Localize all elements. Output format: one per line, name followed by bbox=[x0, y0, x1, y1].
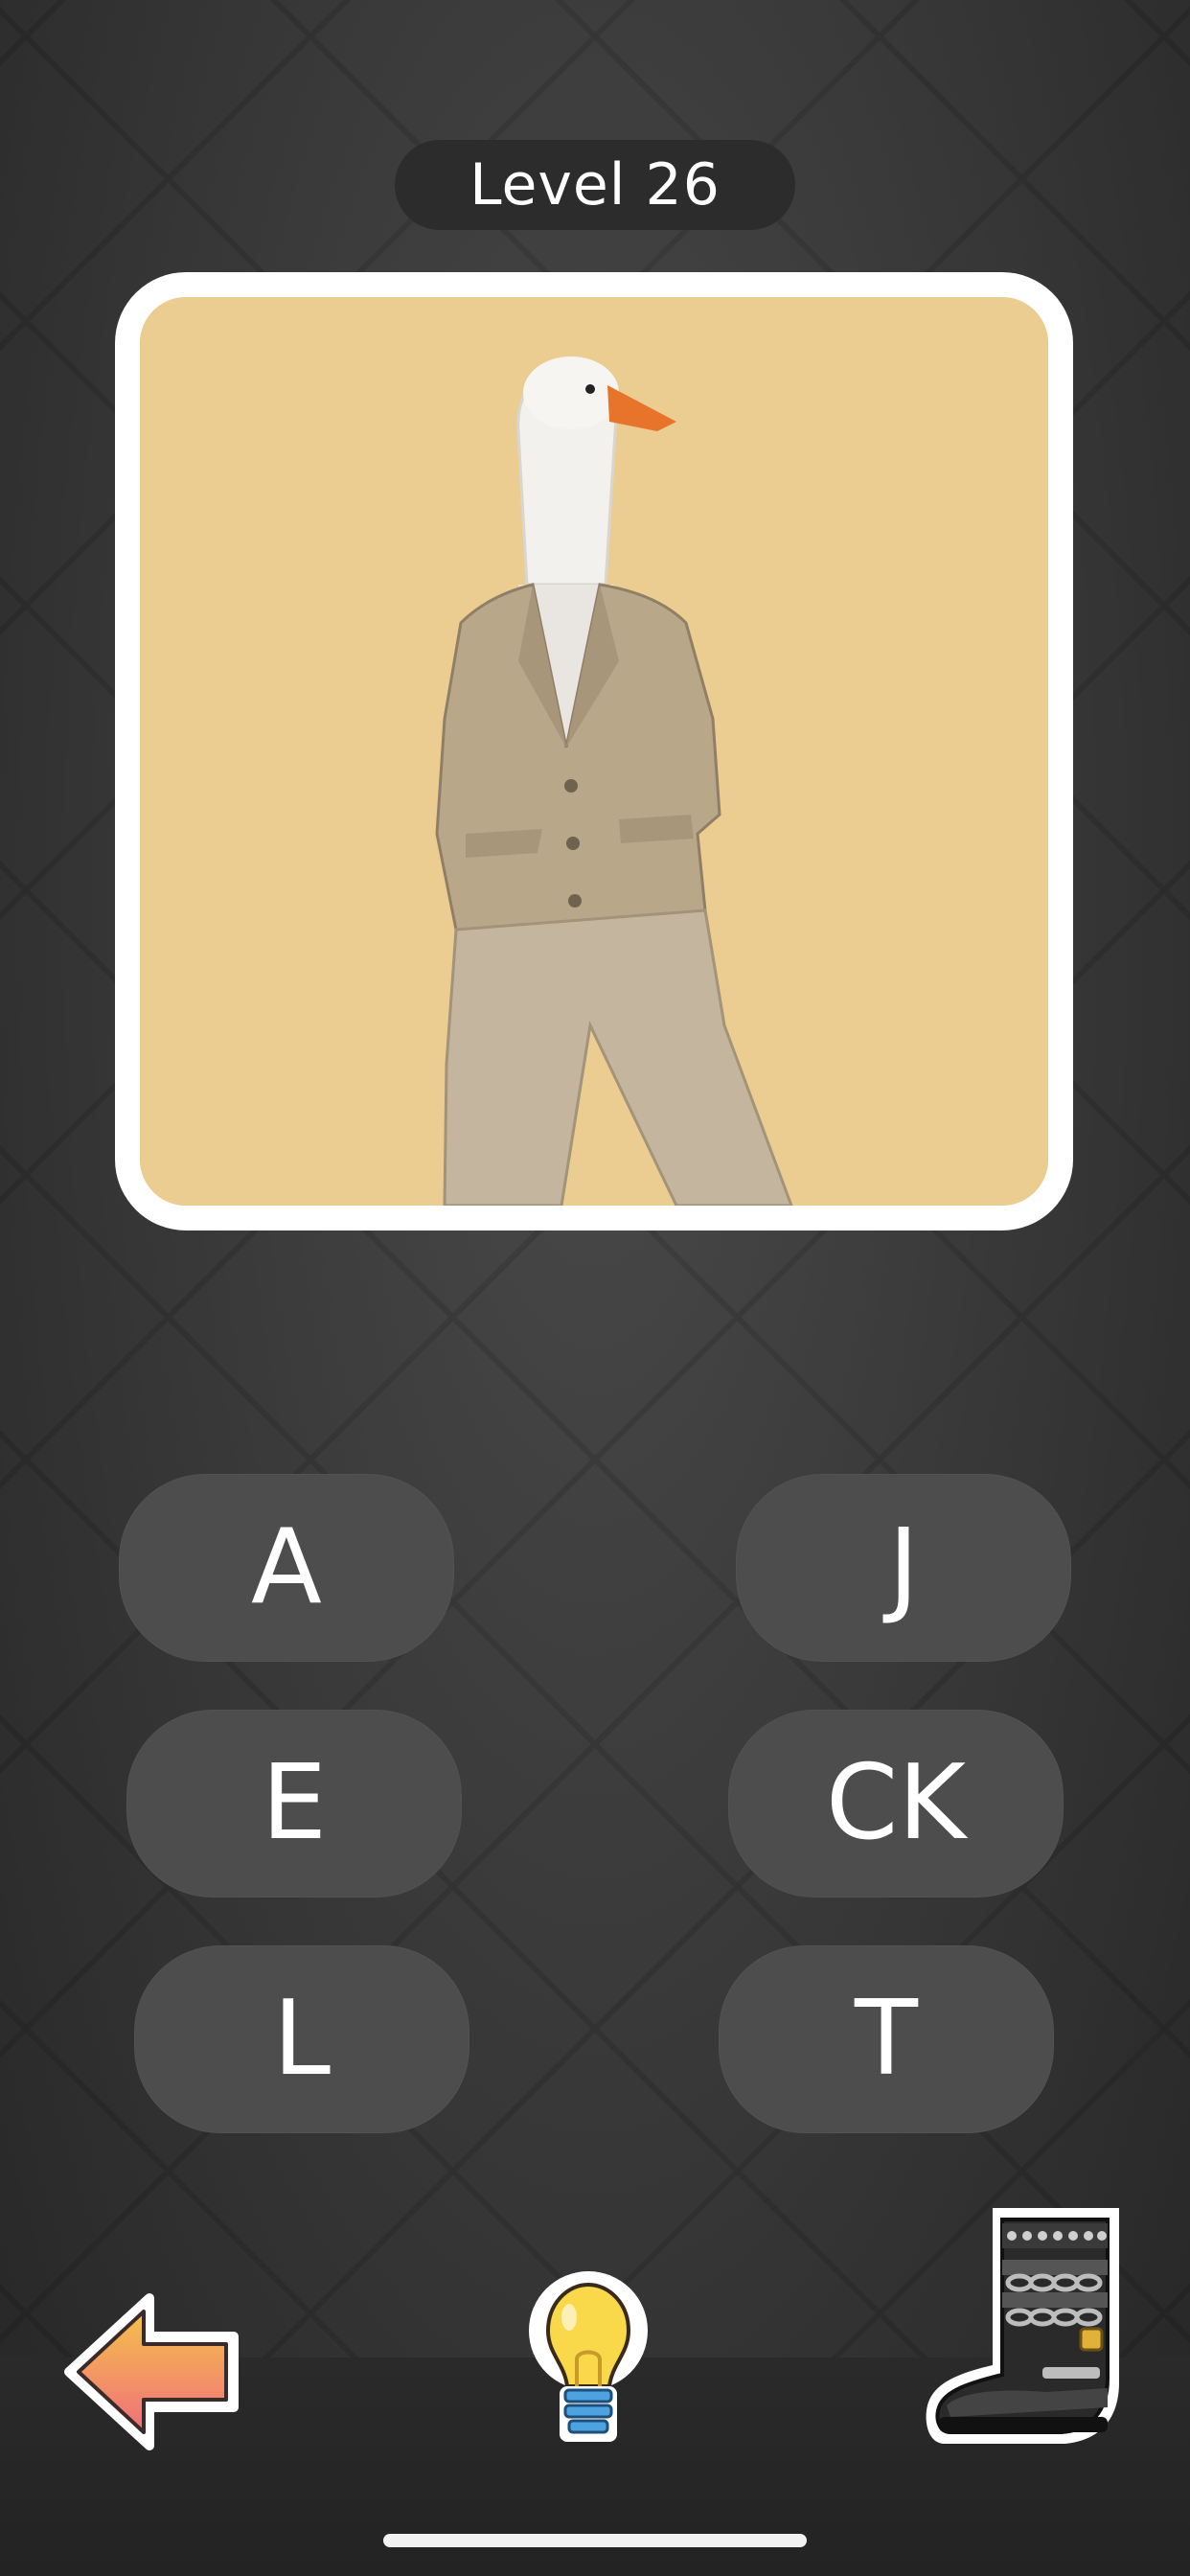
lightbulb-icon bbox=[529, 2271, 648, 2442]
answer-option-j[interactable]: J bbox=[736, 1474, 1071, 1662]
spiked-boot-icon bbox=[926, 2208, 1119, 2444]
answer-option-e[interactable]: E bbox=[126, 1710, 462, 1898]
puzzle-image-card bbox=[115, 272, 1073, 1230]
back-button[interactable] bbox=[61, 2290, 247, 2453]
home-indicator bbox=[383, 2534, 807, 2547]
puzzle-image bbox=[140, 297, 1048, 1206]
shop-button[interactable] bbox=[922, 2200, 1136, 2455]
level-indicator: Level 26 bbox=[395, 140, 795, 230]
answer-option-a[interactable]: A bbox=[119, 1474, 454, 1662]
answer-option-t[interactable]: T bbox=[719, 1945, 1054, 2133]
left-arrow-icon bbox=[64, 2293, 239, 2450]
hint-button[interactable] bbox=[521, 2267, 655, 2455]
answer-option-l[interactable]: L bbox=[134, 1945, 469, 2133]
answer-option-ck[interactable]: CK bbox=[728, 1710, 1064, 1898]
